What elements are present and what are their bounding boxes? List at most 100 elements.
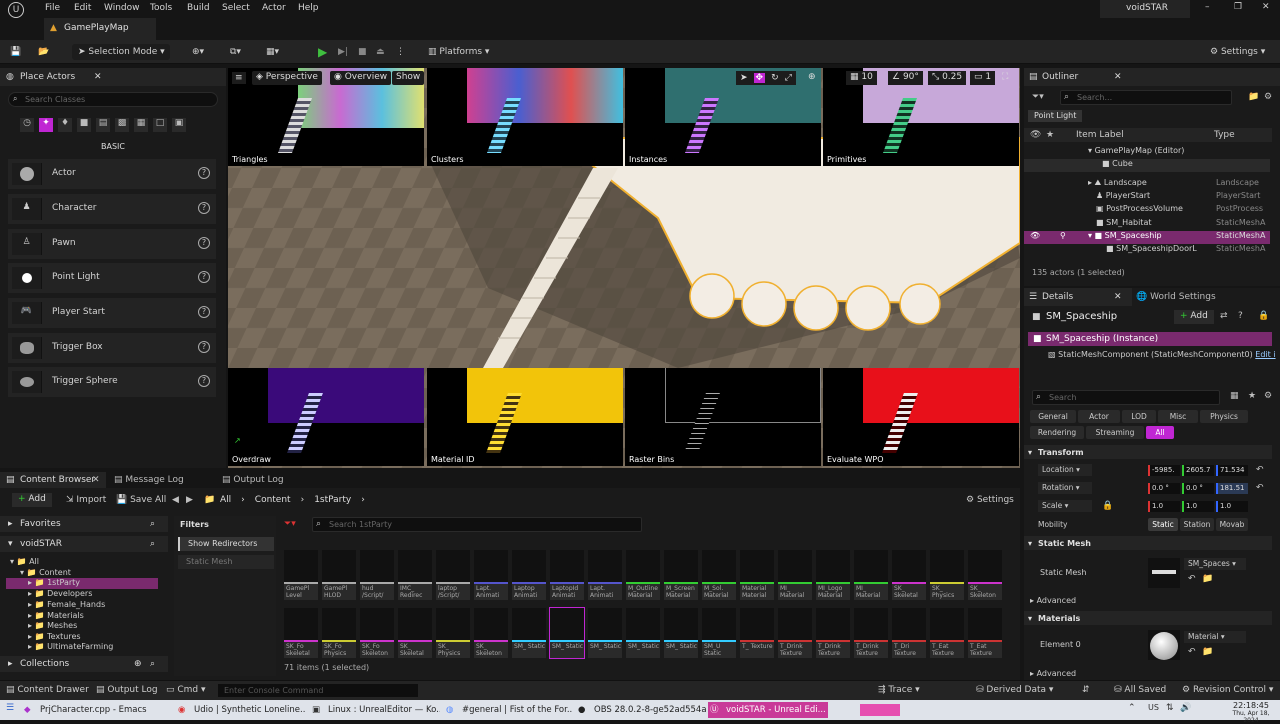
static-mesh-section[interactable]: ▾ Static Mesh [1024, 536, 1272, 550]
scale-y-input[interactable]: 1.0 [1182, 501, 1214, 512]
asset-tile[interactable]: GamePl HLOD [322, 550, 356, 600]
asset-tile[interactable]: T_Eat Texture [968, 608, 1002, 658]
help-icon[interactable]: ? [198, 167, 210, 179]
menu-build[interactable]: Build [187, 3, 210, 13]
filter-chip-point-light[interactable]: Point Light [1028, 110, 1083, 122]
filter-general[interactable]: General [1030, 410, 1076, 423]
tree-item[interactable]: ▸ 📁 Developers [28, 589, 92, 598]
asset-tile[interactable]: SK_ Skeleton [968, 550, 1002, 600]
asset-tile[interactable]: MI_ Material [778, 550, 812, 600]
visibility-col-icon[interactable]: 👁 [1030, 130, 1041, 140]
filter-physics[interactable]: Physics [1200, 410, 1248, 423]
filter-rendering[interactable]: Rendering [1030, 426, 1084, 439]
tab-gameplaymap[interactable]: ▲ GamePlayMap [44, 18, 156, 40]
close-tab-icon[interactable]: ✕ [94, 72, 102, 82]
outliner-search-input[interactable]: Search... [1060, 90, 1232, 105]
console-input[interactable]: Enter Console Command [218, 684, 418, 697]
component-row[interactable]: ▧ StaticMeshComponent (StaticMeshCompone… [1048, 350, 1276, 359]
minimize-icon[interactable]: – [1205, 2, 1210, 12]
breadcrumb-all[interactable]: All [220, 495, 231, 505]
asset-tile[interactable]: SM_ Static [664, 608, 698, 658]
outliner-row-selected[interactable]: 👁 ⚲ ▾ ■ SM_Spaceship StaticMeshA [1024, 231, 1270, 244]
volumes-icon[interactable]: □ [153, 118, 167, 132]
star-col-icon[interactable]: ★ [1046, 130, 1054, 140]
use-selected-icon[interactable]: ↶ [1188, 574, 1196, 584]
back-icon[interactable]: ◀ [172, 495, 179, 505]
asset-tile[interactable]: SK_ Skeletal [892, 550, 926, 600]
cb-settings-button[interactable]: ⚙ Settings [966, 495, 1014, 505]
platforms-button[interactable]: ▥ Platforms ▾ [428, 44, 489, 60]
content-drawer-button[interactable]: ▤ Content Drawer [6, 685, 89, 695]
hamburger-icon[interactable]: ≡ [232, 72, 246, 84]
asset-tile[interactable]: SK_Fo Skeleton [360, 608, 394, 658]
breadcrumb-1stparty[interactable]: 1stParty [314, 495, 351, 505]
asset-tile[interactable]: T_Eat Texture [930, 608, 964, 658]
asset-tile[interactable]: M_Sol. Material [702, 550, 736, 600]
revision-control-button[interactable]: ⚙ Revision Control ▾ [1182, 685, 1273, 695]
asset-tile[interactable]: M_Outline Material [626, 550, 660, 600]
search-classes-input[interactable]: Search Classes [8, 92, 218, 107]
tree-item[interactable]: ▸ 📁 Meshes [28, 621, 77, 630]
menu-file[interactable]: File [45, 3, 60, 13]
static-mesh-picker[interactable]: SM_Spaces ▾ [1184, 558, 1246, 570]
network-icon[interactable]: ⇅ [1166, 703, 1174, 713]
save-icon[interactable]: 💾 [10, 44, 21, 60]
task-discord[interactable]: ◍ #general | Fist of the For... [444, 702, 572, 718]
task-chrome[interactable]: ◉ Udio | Synthetic Loneline... [176, 702, 306, 718]
transform-section[interactable]: ▾ Transform [1024, 445, 1272, 459]
selection-mode-dropdown[interactable]: ➤ Selection Mode ▾ [72, 44, 170, 60]
project-header[interactable]: ▾ voidSTAR ⌕ [0, 536, 168, 552]
outliner-row[interactable]: ♟ PlayerStart PlayerStart [1024, 191, 1270, 204]
search-icon[interactable]: ⌕ [150, 519, 155, 529]
menu-window[interactable]: Window [104, 3, 140, 13]
asset-tile[interactable]: laptop /Script/ [436, 550, 470, 600]
browse-icon[interactable]: 📂 [38, 44, 49, 60]
asset-tile[interactable]: T_Drink Texture [778, 608, 812, 658]
details-search-input[interactable]: Search [1032, 390, 1220, 405]
materials-section[interactable]: ▾ Materials [1024, 611, 1272, 625]
all-classes-icon[interactable]: ▣ [172, 118, 186, 132]
rotation-dropdown[interactable]: Rotation ▾ [1038, 482, 1092, 494]
angle-snap-button[interactable]: ∠ 90° [888, 71, 923, 85]
content-browser-tab[interactable]: ▤ Content Browser [0, 472, 106, 488]
collections-header[interactable]: ▸ Collections ⊕ ⌕ [0, 656, 168, 672]
add-component-button[interactable]: + Add [1174, 310, 1214, 324]
asset-tile[interactable]: SM_ Static [626, 608, 660, 658]
asset-tile[interactable]: SK_ Physics [930, 550, 964, 600]
maximize-viewport-icon[interactable]: ⛶ [1002, 72, 1008, 82]
perspective-button[interactable]: ◈ Perspective [252, 71, 322, 85]
settings-button[interactable]: ⚙ Settings ▾ [1210, 44, 1265, 60]
star-icon[interactable]: ★ [1248, 391, 1256, 401]
asset-tile[interactable]: SM_ Static [588, 608, 622, 658]
eject-icon[interactable]: ⏏ [376, 44, 385, 60]
more-options-icon[interactable]: ⋮ [396, 44, 405, 60]
lock-icon[interactable]: 🔒 [1258, 311, 1269, 321]
mobility-stationary[interactable]: Station [1180, 518, 1214, 531]
filter-actor[interactable]: Actor [1078, 410, 1120, 423]
asset-tile[interactable]: SK_Fo Physics [322, 608, 356, 658]
save-all-button[interactable]: 💾 Save All [116, 495, 166, 505]
tray-icon[interactable]: ⌃ [1128, 703, 1136, 713]
asset-tile[interactable]: T_Drink Texture [854, 608, 888, 658]
task-emacs[interactable]: ◆ PrjCharacter.cpp - Emacs [22, 702, 172, 718]
move-tool-icon[interactable]: ✥ [753, 73, 766, 83]
camera-speed-button[interactable]: ▭ 1 [970, 71, 996, 85]
actor-item-player-start[interactable]: 🎮 Player Start ? [8, 298, 216, 328]
advanced-expander[interactable]: ▸ Advanced [1030, 596, 1076, 605]
tree-item[interactable]: ▸ 📁 Textures [28, 632, 81, 641]
material-picker[interactable]: Material ▾ [1184, 631, 1246, 643]
help-icon[interactable]: ? [198, 306, 210, 318]
close-tab-icon[interactable]: ✕ [1114, 72, 1122, 82]
search-icon[interactable]: ⌕ [150, 539, 155, 549]
outliner-row[interactable]: ▾ GamePlayMap (Editor) [1024, 146, 1270, 159]
tree-item[interactable]: ▸ 📁 Female_Hands [28, 600, 105, 609]
outliner-tab[interactable]: ▤ Outliner ✕ [1024, 68, 1280, 86]
grid-snap-button[interactable]: ▦ 10 [846, 71, 877, 85]
geometry-icon[interactable]: ▦ [134, 118, 148, 132]
mobility-movable[interactable]: Movab [1216, 518, 1248, 531]
clock[interactable]: 22:18:45 Thu, Apr 18, 2024 [1224, 701, 1278, 724]
rotate-tool-icon[interactable]: ↻ [771, 73, 779, 83]
browse-asset-icon[interactable]: 📁 [1202, 647, 1213, 657]
tree-item[interactable]: ▸ 📁 UltimateFarming [28, 642, 113, 651]
blueprint-icon[interactable]: ⇄ [1220, 311, 1228, 321]
